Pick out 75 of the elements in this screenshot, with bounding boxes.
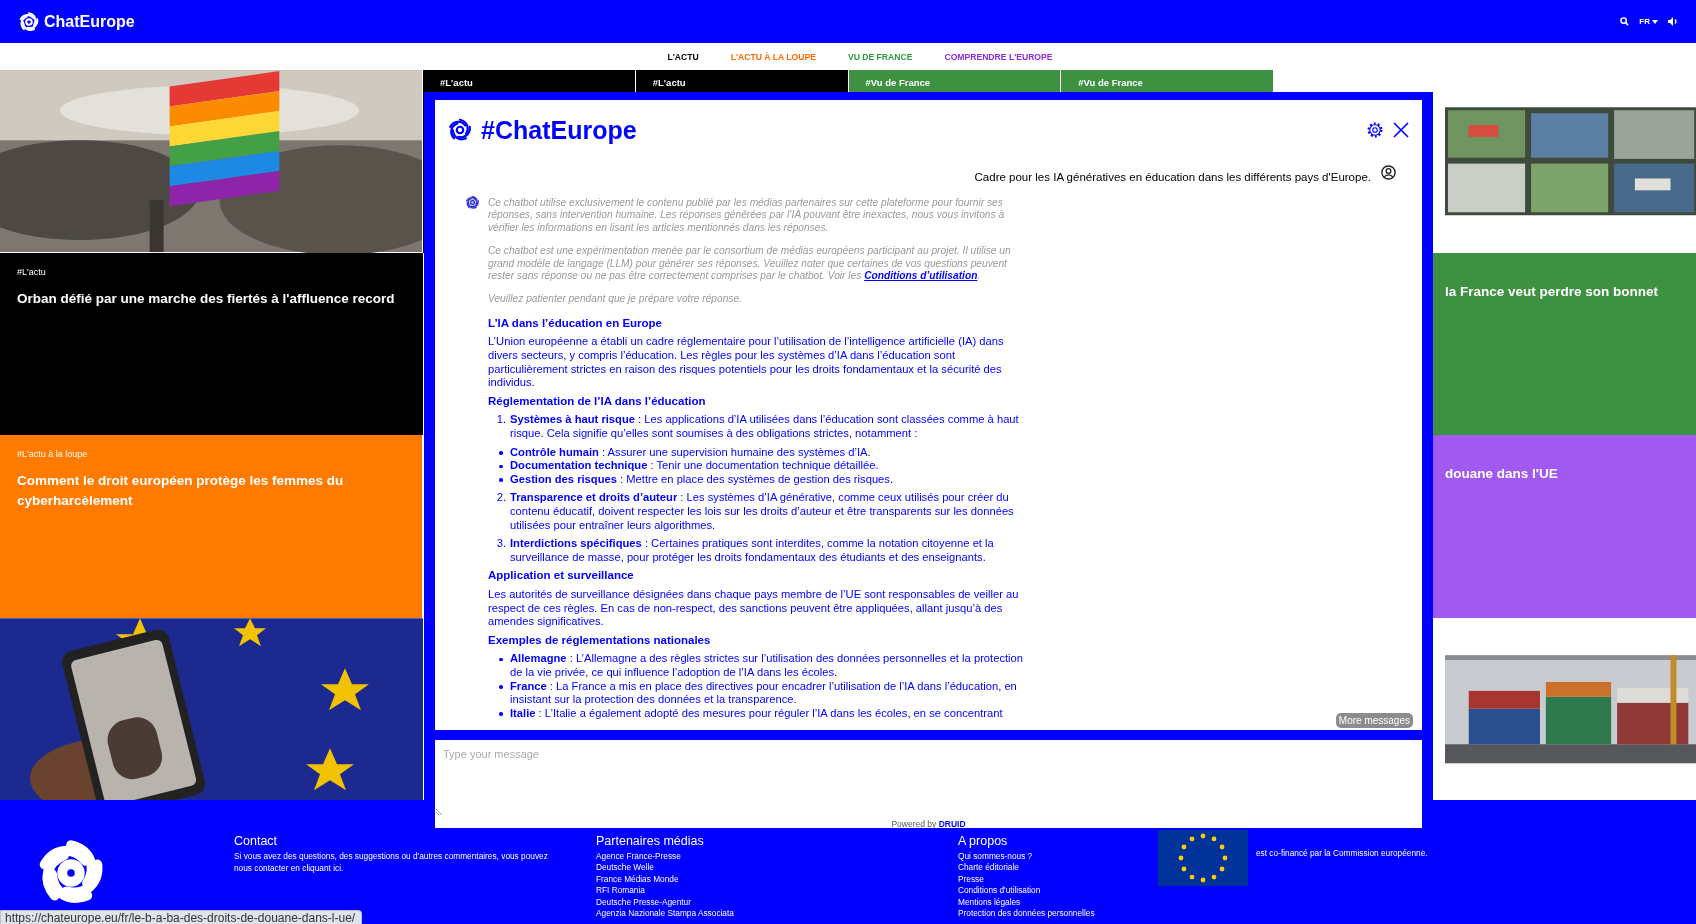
bot-avatar-icon bbox=[465, 195, 480, 210]
disclaimer-text: Ce chatbot utilise exclusivement le contenu publié par les médias partenaires sur cette plateforme pour fournir ses réponses, sans intervention humaine. Les réponses générées par l’IA pouvant être inexactes, nous vous invitons à vérifier les informations en lisant les articles mentionnés dans les réponses. bbox=[488, 197, 1006, 235]
list-item-text: France : La France a mis en place des directives pour encadrer l’utilisation de l’IA dans l’éducation, en insistant sur la protection des données et la transparence. bbox=[510, 679, 1018, 707]
site-logo[interactable]: ChatEurope bbox=[18, 10, 135, 33]
language-selector[interactable]: FR bbox=[1639, 17, 1658, 26]
logo-icon bbox=[447, 117, 473, 143]
bullet-icon bbox=[499, 657, 503, 662]
list-number: 2. bbox=[496, 491, 506, 506]
story-tag: #L'actu bbox=[17, 266, 46, 277]
story-tag: #Vu de France bbox=[1078, 77, 1143, 88]
nav-link[interactable]: L'ACTU bbox=[667, 51, 699, 62]
message-field[interactable]: Type your message bbox=[435, 740, 1422, 816]
bullet-icon bbox=[499, 685, 503, 689]
speaker-icon[interactable] bbox=[1668, 17, 1678, 26]
settings-icon[interactable] bbox=[1366, 121, 1384, 139]
story-title[interactable]: la France veut perdre son bonnet bbox=[1445, 281, 1659, 302]
funding-text: est co-financé par la Commission européenne. bbox=[1256, 847, 1429, 860]
footer-heading: Contact bbox=[234, 834, 279, 848]
close-icon[interactable] bbox=[1392, 121, 1410, 139]
story-tag: #L'actu bbox=[652, 77, 686, 88]
list-item-text: Interdictions spécifiques : Certaines pratiques sont interdites, comme la notation citoyenne et la surveillance de masse, pour protéger les droits fondamentaux des étudiants et des enseignants. bbox=[510, 537, 995, 565]
bullet-icon bbox=[499, 451, 503, 455]
disclaimer-text: Veuillez patienter pendant que je prépare votre réponse. bbox=[488, 293, 743, 306]
footer-link[interactable]: Conditions d'utilisation bbox=[958, 885, 1158, 897]
list-number: 1. bbox=[496, 413, 506, 428]
list-item-text: Contrôle humain : Assurer une supervision humaine des systèmes d’IA. bbox=[510, 445, 871, 460]
chat-title: #ChatEurope bbox=[481, 115, 637, 145]
list-item-text: Gestion des risques : Mettre en place des systèmes de gestion des risques. bbox=[510, 472, 894, 487]
bullet-icon bbox=[499, 712, 503, 716]
answer-paragraph: Les autorités de surveillance désignées dans chaque pays membre de l’UE sont responsables de veiller au respect de ces règles. En cas de non-respect, des sanctions peuvent être appliquées, allant jusqu’à des amendes significatives. bbox=[488, 587, 1020, 629]
footer-link[interactable]: Agenzia Nazionale Stampa Associata bbox=[596, 908, 958, 920]
footer-link[interactable]: Qui sommes-nous ? bbox=[958, 851, 1158, 863]
footer-heading: A propos bbox=[958, 834, 1009, 848]
footer-link[interactable]: Agence France-Presse bbox=[596, 851, 958, 863]
answer-paragraph: L’Union européenne a établi un cadre réglementaire pour l’utilisation de l’intelligence artificielle (IA) dans divers secteurs, y compris l’éducation. Les règles pour les systèmes d’IA dans l’éducation sont particulièrement strictes en raison des risques potentiels pour les droits fondamentaux et la sécurité des individus. bbox=[488, 335, 1005, 390]
caret-icon bbox=[1652, 19, 1658, 24]
footer-link[interactable]: Presse bbox=[958, 873, 1158, 886]
footer-link[interactable]: Deutsche Welle bbox=[596, 862, 958, 874]
nav-link[interactable]: COMPRENDRE L'EUROPE bbox=[944, 51, 1053, 62]
story-title[interactable]: douane dans l'UE bbox=[1445, 464, 1558, 484]
footer-link[interactable]: Charte éditoriale bbox=[958, 862, 1158, 874]
list-number: 3. bbox=[496, 537, 506, 552]
answer-heading: Exemples de réglementations nationales bbox=[488, 633, 712, 648]
search-icon[interactable] bbox=[1620, 17, 1630, 26]
story-tag: #Vu de France bbox=[865, 77, 931, 88]
druid-link[interactable]: DRUID bbox=[938, 819, 966, 829]
resize-grip-icon[interactable] bbox=[436, 808, 443, 815]
answer-heading: Application et surveillance bbox=[488, 569, 635, 583]
flag-icon bbox=[1158, 830, 1248, 886]
contact-text[interactable]: Si vous avez des questions, des suggestions ou d'autres commentaires, vous pouvez nous contacter en cliquant ici. bbox=[234, 851, 564, 874]
bullet-icon bbox=[499, 478, 503, 482]
powered-by-text: Powered by DRUID bbox=[891, 819, 966, 829]
list-item-text: Systèmes à haut risque : Les applications d’IA utilisées dans l’éducation sont classées comme à haut risque. Cela signifie qu’elles sont soumises à des obligations strictes, notamment : bbox=[510, 413, 1020, 441]
footer-link[interactable]: France Médias Monde bbox=[596, 873, 958, 886]
footer-link[interactable]: RFI Romania bbox=[596, 885, 958, 897]
story-card[interactable]: #L'actu Orban défié par une marche des fiertés à l'affluence record bbox=[0, 252, 423, 435]
nav-link[interactable]: VU DE FRANCE bbox=[847, 51, 913, 62]
bullet-icon bbox=[499, 464, 503, 469]
user-icon bbox=[1381, 165, 1396, 180]
story-title[interactable]: Orban défié par une marche des fiertés à l'affluence record bbox=[17, 288, 395, 309]
answer-heading: Réglementation de l’IA dans l’éducation bbox=[488, 394, 707, 409]
story-tag: #L'actu à la loupe bbox=[17, 449, 88, 459]
disclaimer-text: Ce chatbot est une expérimentation menée par le consortium de médias européens participant au projet. Il utilise un grand modèle de langage (LLM) pour générer ses réponses. Veuillez noter que certaines de vos questions peuvent rester sans réponse ou ne pas être correctement comprises par le chatbot. Voir les Conditions d’utilisation. bbox=[488, 245, 1012, 283]
list-item-text: Allemagne : L’Allemagne a des règles strictes sur l’utilisation des données personnelles et la protection de la vie privée, ce qui influence l’adoption de l’IA dans les écoles. bbox=[510, 652, 1025, 680]
footer-link[interactable]: Protection des données personnelles bbox=[958, 908, 1158, 920]
footer-link[interactable]: Deutsche Presse-Agentur bbox=[596, 896, 958, 909]
answer-heading: L’IA dans l’éducation en Europe bbox=[488, 316, 664, 331]
story-tag: #L'actu bbox=[440, 77, 473, 88]
list-item-text: Documentation technique : Tenir une documentation technique détaillée. bbox=[510, 459, 879, 473]
list-item-text: Italie : L’Italie a également adopté des mesures pour réguler l’IA dans les écoles, en se concentrant bbox=[510, 706, 1003, 721]
list-item-text: Transparence et droits d’auteur : Les systèmes d’IA générative, comme ceux utilisés pour créer du contenu éducatif, doivent respecter les lois sur les droits d’auteur et être transparents sur les données utilisées pour entraîner leurs algorithmes. bbox=[510, 491, 1015, 533]
footer-heading: Partenaires médias bbox=[596, 834, 705, 848]
footer-link[interactable]: Mentions légales bbox=[958, 896, 1158, 909]
status-url: https://chateurope.eu/fr/le-b-a-ba-des-droits-de-douane-dans-l-ue/ bbox=[5, 911, 356, 924]
user-message: Cadre pour les IA génératives en éducation dans les différents pays d'Europe. bbox=[974, 170, 1371, 183]
